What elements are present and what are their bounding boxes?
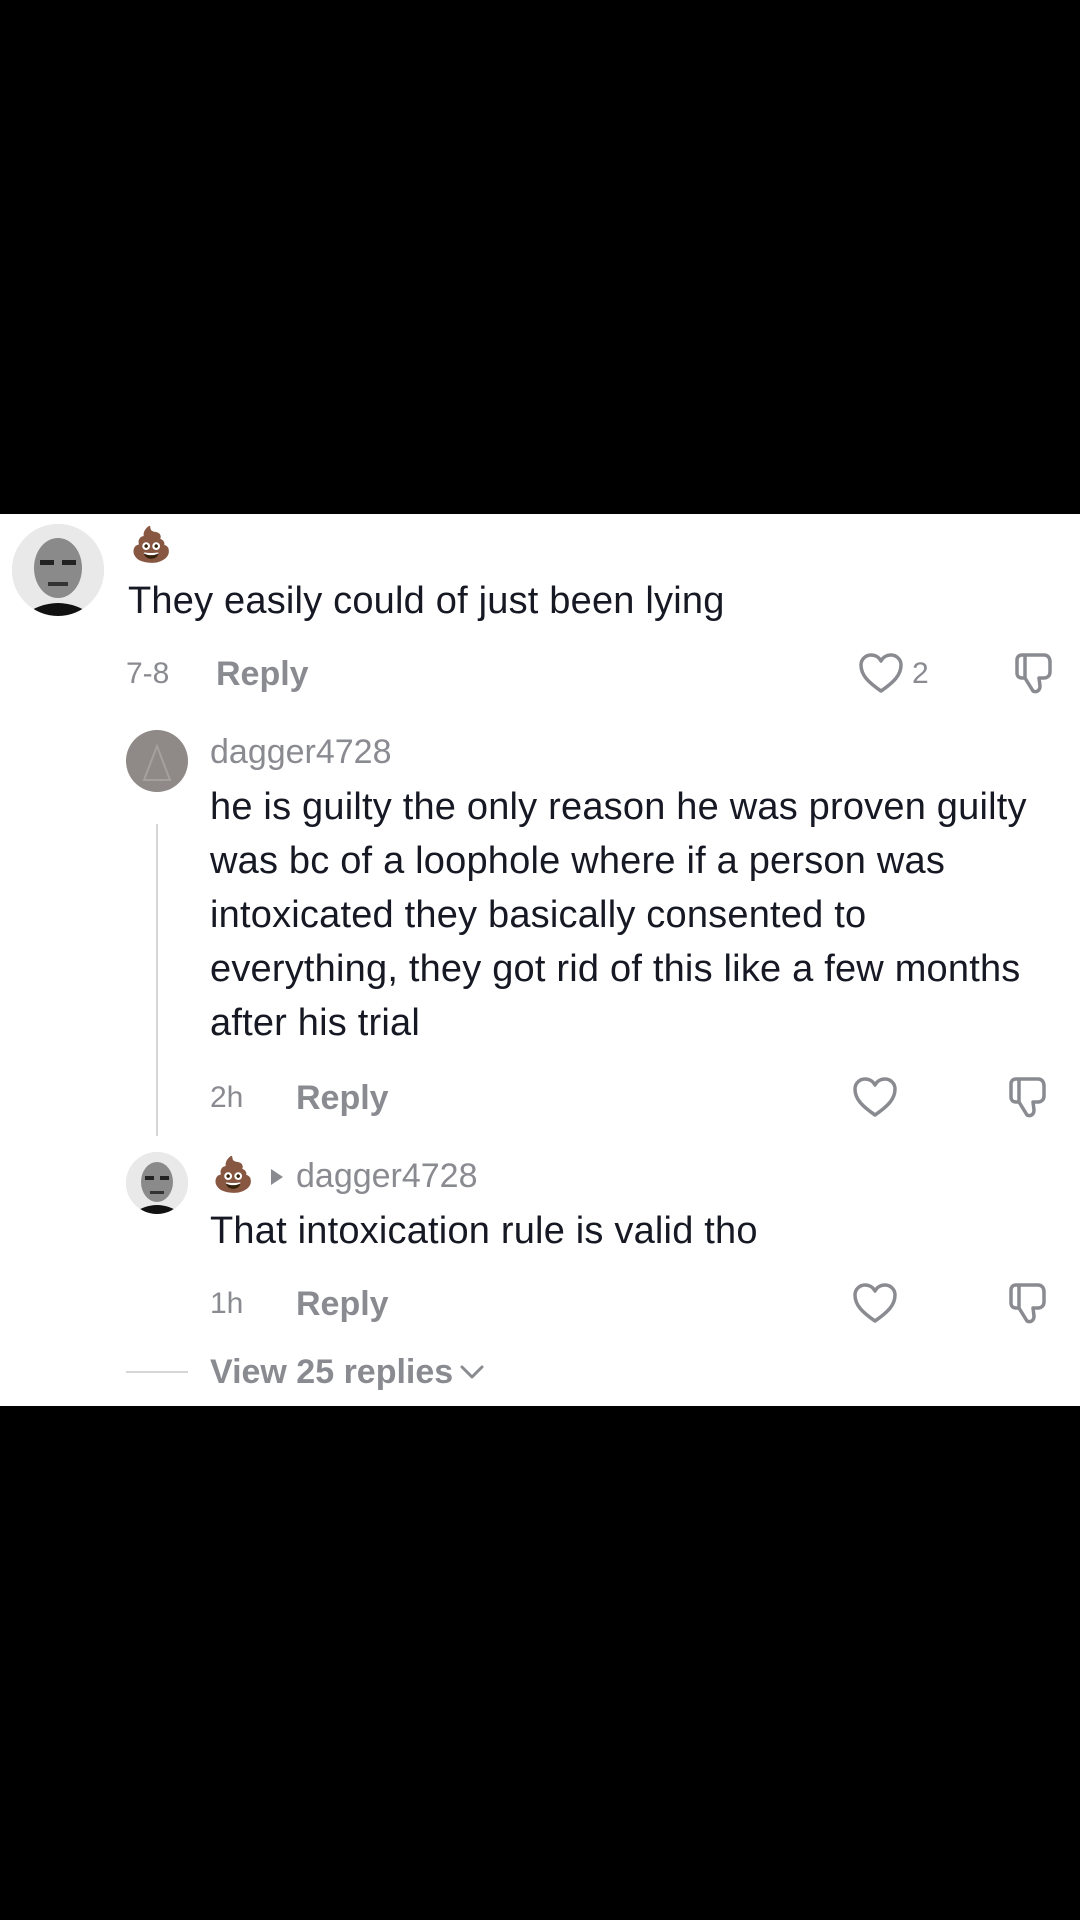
view-replies-label: View 25 replies: [210, 1353, 454, 1391]
triangle-right-icon: [270, 1168, 284, 1186]
view-replies-button[interactable]: View 25 replies: [210, 1352, 485, 1392]
thread-line: [156, 824, 158, 1136]
comment-date: 7-8: [126, 657, 170, 690]
avatar[interactable]: [126, 730, 188, 792]
view-replies-divider: [126, 1371, 188, 1373]
thumbs-down-icon[interactable]: [1012, 650, 1058, 696]
heart-outline-icon[interactable]: [852, 1282, 898, 1324]
avatar[interactable]: [126, 1152, 188, 1214]
chevron-down-icon: [459, 1363, 485, 1381]
username[interactable]: dagger4728: [210, 732, 392, 772]
username-emoji[interactable]: 💩: [130, 528, 172, 562]
comments-panel: 💩 They easily could of just been lying 7…: [0, 514, 1080, 1406]
comment-text: They easily could of just been lying: [128, 580, 725, 622]
thumbs-down-icon[interactable]: [1006, 1074, 1052, 1120]
heart-outline-icon[interactable]: [858, 652, 904, 694]
avatar[interactable]: [12, 524, 104, 616]
comment-text: That intoxication rule is valid tho: [210, 1210, 758, 1252]
comment-text: he is guilty the only reason he was prov…: [210, 786, 1027, 1044]
comment-time: 2h: [210, 1081, 244, 1114]
comment-time: 1h: [210, 1287, 244, 1320]
reply-button[interactable]: Reply: [296, 1078, 389, 1118]
reply-button[interactable]: Reply: [296, 1284, 389, 1324]
like-count: 2: [912, 657, 929, 690]
thumbs-down-icon[interactable]: [1006, 1280, 1052, 1326]
heart-outline-icon[interactable]: [852, 1076, 898, 1118]
username-emoji[interactable]: 💩: [212, 1158, 254, 1192]
reply-button[interactable]: Reply: [216, 654, 309, 694]
reply-to-username[interactable]: dagger4728: [296, 1156, 478, 1196]
